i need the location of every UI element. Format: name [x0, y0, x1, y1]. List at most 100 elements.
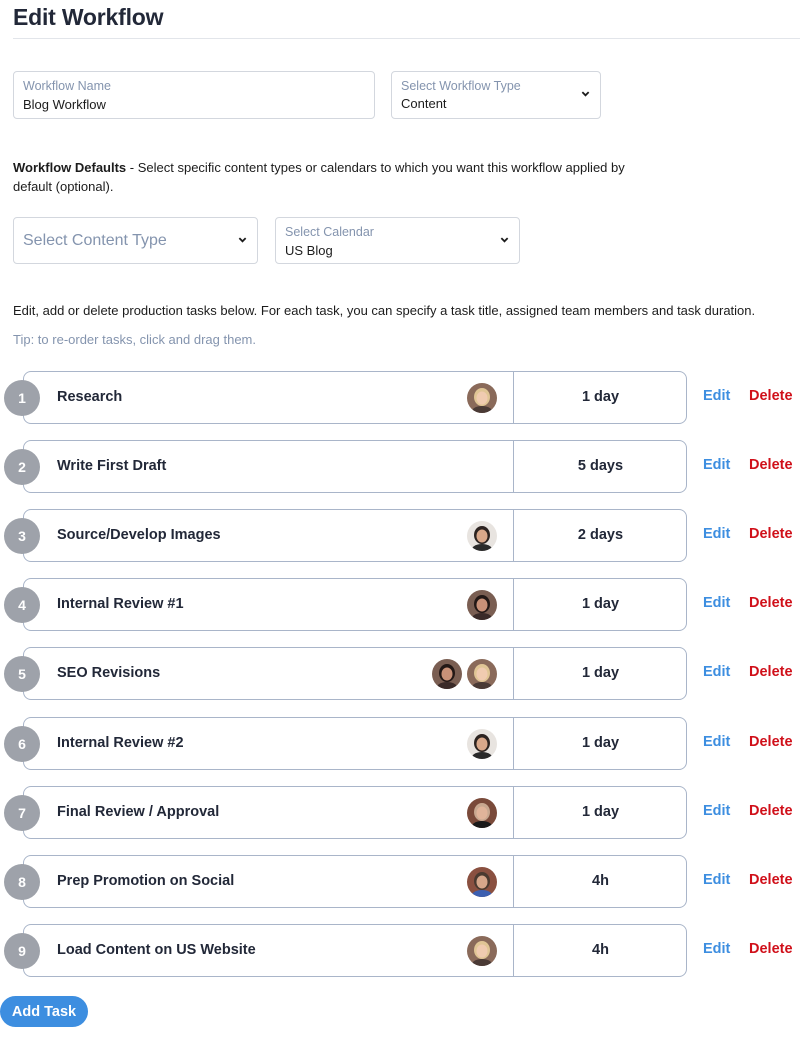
task-card[interactable]: Load Content on US Website 4h	[23, 924, 687, 977]
edit-task-link[interactable]: Edit	[703, 647, 730, 700]
content-type-placeholder: Select Content Type	[23, 232, 167, 249]
chevron-down-icon	[500, 235, 509, 244]
calendar-select[interactable]: Select Calendar US Blog	[275, 217, 520, 264]
task-row[interactable]: 3 Source/Develop Images 2 days Edit Dele…	[0, 509, 800, 562]
page-title: Edit Workflow	[13, 4, 164, 30]
task-row[interactable]: 7 Final Review / Approval 1 day Edit Del…	[0, 786, 800, 839]
calendar-label: Select Calendar	[285, 225, 374, 239]
task-number-badge: 6	[4, 726, 40, 762]
assignee-avatar	[432, 659, 462, 689]
task-card[interactable]: Internal Review #2 1 day	[23, 717, 687, 770]
task-row[interactable]: 5 SEO Revisions 1 day Edit Delete	[0, 647, 800, 700]
task-card[interactable]: Research 1 day	[23, 371, 687, 424]
assignee-avatar	[467, 590, 497, 620]
delete-task-link[interactable]: Delete	[749, 509, 793, 562]
task-duration: 1 day	[581, 804, 620, 820]
task-assignees	[467, 798, 497, 828]
delete-task-link[interactable]: Delete	[749, 924, 793, 977]
task-duration: 5 days	[577, 458, 624, 474]
delete-task-link[interactable]: Delete	[749, 717, 793, 770]
edit-task-link[interactable]: Edit	[703, 509, 730, 562]
task-title: Internal Review #1	[57, 596, 184, 612]
edit-task-link[interactable]: Edit	[703, 855, 730, 908]
workflow-type-label: Select Workflow Type	[401, 79, 521, 93]
task-row[interactable]: 4 Internal Review #1 1 day Edit Delete	[0, 578, 800, 631]
task-card[interactable]: Internal Review #1 1 day	[23, 578, 687, 631]
task-number-badge: 7	[4, 795, 40, 831]
task-duration: 1 day	[581, 389, 620, 405]
delete-task-link[interactable]: Delete	[749, 786, 793, 839]
task-title: Final Review / Approval	[57, 804, 220, 820]
calendar-value: US Blog	[285, 243, 333, 258]
task-card[interactable]: Source/Develop Images 2 days	[23, 509, 687, 562]
workflow-type-select[interactable]: Select Workflow Type Content	[391, 71, 601, 119]
task-assignees	[467, 867, 497, 897]
task-title: Load Content on US Website	[57, 942, 256, 958]
chevron-down-icon	[581, 89, 590, 98]
task-card[interactable]: Final Review / Approval 1 day	[23, 786, 687, 839]
task-row[interactable]: 2 Write First Draft 5 days Edit Delete	[0, 440, 800, 493]
task-number-badge: 1	[4, 380, 40, 416]
task-duration: 1 day	[581, 735, 620, 751]
task-assignees	[467, 383, 497, 413]
tasks-instructions: Edit, add or delete production tasks bel…	[13, 303, 756, 318]
task-title: Prep Promotion on Social	[57, 873, 235, 889]
task-number-badge: 8	[4, 864, 40, 900]
add-task-button[interactable]: Add Task	[0, 996, 88, 1027]
task-row[interactable]: 1 Research 1 day Edit Delete	[0, 371, 800, 424]
task-assignees	[467, 590, 497, 620]
task-card[interactable]: Write First Draft 5 days	[23, 440, 687, 493]
task-duration: 1 day	[581, 665, 620, 681]
task-row[interactable]: 6 Internal Review #2 1 day Edit Delete	[0, 717, 800, 770]
edit-task-link[interactable]: Edit	[703, 440, 730, 493]
task-duration: 2 days	[577, 527, 624, 543]
edit-task-link[interactable]: Edit	[703, 578, 730, 631]
reorder-tip: Tip: to re-order tasks, click and drag t…	[13, 332, 257, 347]
task-title: Write First Draft	[57, 458, 167, 474]
task-duration: 4h	[592, 873, 609, 889]
workflow-defaults-heading: Workflow Defaults	[13, 160, 127, 175]
assignee-avatar	[467, 867, 497, 897]
task-row[interactable]: 9 Load Content on US Website 4h Edit Del…	[0, 924, 800, 977]
task-number-badge: 4	[4, 587, 40, 623]
task-card[interactable]: Prep Promotion on Social 4h	[23, 855, 687, 908]
task-title: SEO Revisions	[57, 665, 161, 681]
chevron-down-icon	[238, 235, 247, 244]
task-number-badge: 3	[4, 518, 40, 554]
edit-task-link[interactable]: Edit	[703, 786, 730, 839]
task-card[interactable]: SEO Revisions 1 day	[23, 647, 687, 700]
task-duration: 1 day	[581, 596, 620, 612]
task-duration: 4h	[592, 942, 609, 958]
assignee-avatar	[467, 521, 497, 551]
task-number-badge: 5	[4, 656, 40, 692]
task-assignees	[467, 729, 497, 759]
task-assignees	[432, 659, 497, 689]
workflow-name-input[interactable]: Workflow Name Blog Workflow	[13, 71, 375, 119]
workflow-defaults-description: Workflow Defaults - Select specific cont…	[13, 158, 653, 196]
task-number-badge: 2	[4, 449, 40, 485]
assignee-avatar	[467, 798, 497, 828]
task-assignees	[467, 521, 497, 551]
assignee-avatar	[467, 383, 497, 413]
task-number-badge: 9	[4, 933, 40, 969]
assignee-avatar	[467, 936, 497, 966]
delete-task-link[interactable]: Delete	[749, 371, 793, 424]
task-title: Internal Review #2	[57, 735, 184, 751]
task-title: Research	[57, 389, 123, 405]
workflow-name-label: Workflow Name	[23, 79, 111, 93]
delete-task-link[interactable]: Delete	[749, 647, 793, 700]
edit-task-link[interactable]: Edit	[703, 717, 730, 770]
assignee-avatar	[467, 729, 497, 759]
content-type-select[interactable]: Select Content Type	[13, 217, 258, 264]
edit-task-link[interactable]: Edit	[703, 371, 730, 424]
title-divider	[13, 38, 800, 39]
delete-task-link[interactable]: Delete	[749, 578, 793, 631]
task-row[interactable]: 8 Prep Promotion on Social 4h Edit Delet…	[0, 855, 800, 908]
delete-task-link[interactable]: Delete	[749, 440, 793, 493]
workflow-type-value: Content	[401, 96, 447, 111]
task-assignees	[467, 936, 497, 966]
edit-task-link[interactable]: Edit	[703, 924, 730, 977]
delete-task-link[interactable]: Delete	[749, 855, 793, 908]
assignee-avatar	[467, 659, 497, 689]
workflow-name-value[interactable]: Blog Workflow	[23, 97, 106, 112]
